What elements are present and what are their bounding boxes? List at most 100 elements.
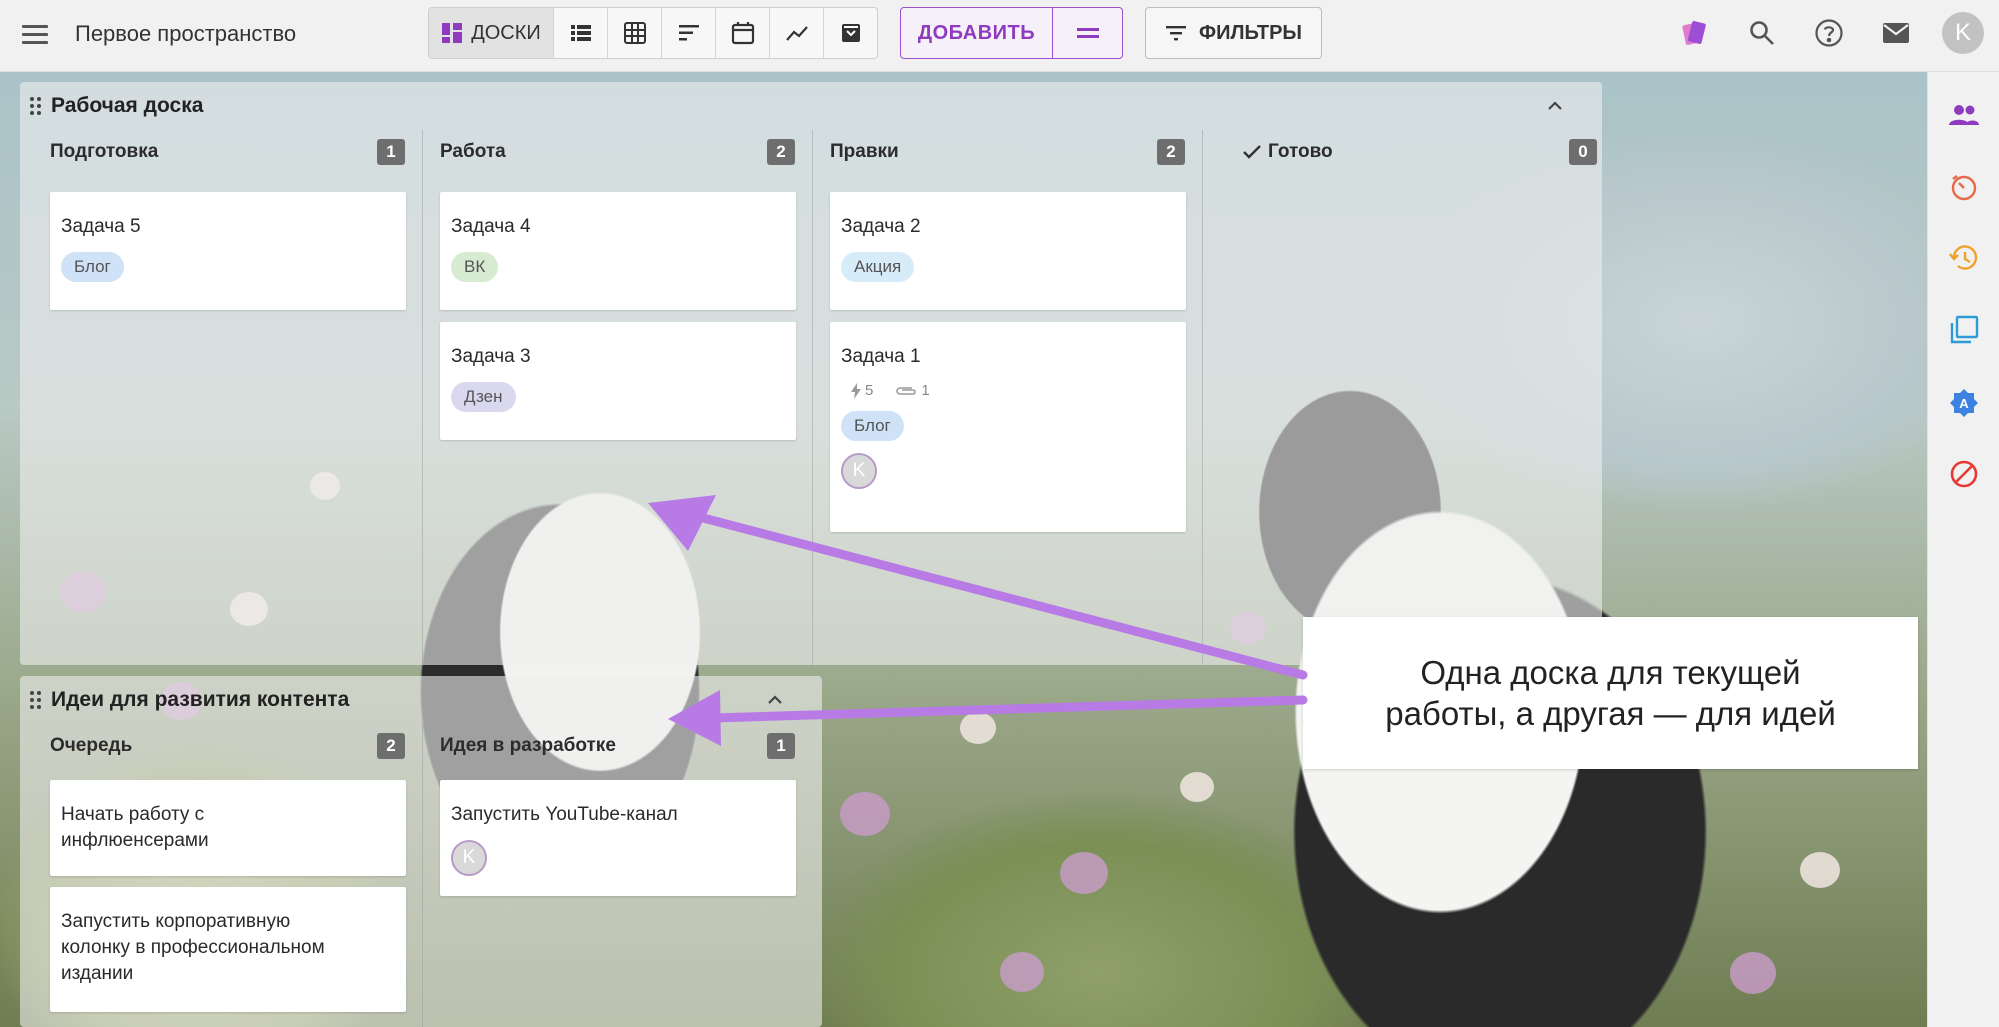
column-title: Очередь: [50, 735, 133, 756]
filters-label: ФИЛЬТРЫ: [1199, 21, 1302, 44]
add-group: ДОБАВИТЬ: [900, 7, 1123, 59]
board-header: Рабочая доска: [20, 82, 1602, 130]
column-work: Работа 2 Задача 4 ВК Задача 3 Дзен: [410, 130, 800, 665]
card-title: Задача 3: [451, 346, 531, 367]
callout-line-1: Одна доска для текущей: [1420, 654, 1801, 691]
task-card[interactable]: Задача 3 Дзен: [440, 322, 796, 440]
task-card[interactable]: Начать работу с инфлюенсерами: [50, 780, 406, 876]
view-calendar-button[interactable]: [715, 8, 769, 58]
space-title: Первое пространство: [75, 21, 297, 46]
chart-icon: [785, 26, 808, 41]
column-preparation: Подготовка 1 Задача 5 Блог: [20, 130, 410, 665]
card-title: Запустить корпоративную колонку в профес…: [61, 911, 325, 984]
card-title: Задача 5: [61, 216, 141, 237]
annotation-callout: Одна доска для текущей работы, а другая …: [1303, 617, 1918, 769]
card-title: Задача 1: [841, 346, 921, 367]
card-title: Задача 4: [451, 216, 531, 237]
equals-icon: [1076, 28, 1099, 38]
column-title: Правки: [830, 141, 899, 162]
column-count: 1: [767, 733, 795, 759]
view-archive-button[interactable]: [823, 8, 877, 58]
attachments-count: 1: [921, 382, 930, 399]
view-boards-button[interactable]: ДОСКИ: [429, 8, 553, 58]
board-ideas: Идеи для развития контента Очередь 2 Нач…: [20, 676, 822, 1027]
paperclip-icon: [896, 386, 917, 395]
card-tag: Блог: [841, 411, 904, 441]
column-count: 1: [377, 139, 405, 165]
subtasks-count: 5: [865, 382, 874, 399]
calendar-icon: [731, 22, 754, 45]
column-queue: Очередь 2 Начать работу с инфлюенсерами …: [20, 724, 410, 1027]
card-tag: ВК: [451, 252, 499, 282]
column-count: 2: [377, 733, 405, 759]
card-tag: Дзен: [451, 382, 516, 412]
search-icon[interactable]: [1745, 16, 1779, 50]
view-gantt-button[interactable]: [661, 8, 715, 58]
assignee-avatar[interactable]: K: [841, 453, 877, 489]
column-count: 0: [1569, 139, 1597, 165]
card-meta: 5 1: [841, 382, 1175, 399]
column-title: Подготовка: [50, 141, 159, 162]
column-title: Работа: [440, 141, 506, 162]
attachments-counter: 1: [895, 382, 930, 399]
archive-icon: [841, 24, 860, 42]
people-icon[interactable]: [1946, 97, 1982, 133]
board-title: Рабочая доска: [51, 94, 204, 117]
column-title-wrap: Готово: [1242, 141, 1333, 163]
check-icon: [1243, 145, 1261, 159]
board-work: Рабочая доска Подготовка 1 Задача 5 Блог…: [20, 82, 1602, 665]
view-switcher: ДОСКИ: [428, 7, 878, 59]
board-header: Идеи для развития контента: [20, 676, 822, 724]
gantt-icon: [678, 25, 699, 41]
assignee-avatar[interactable]: K: [451, 840, 487, 876]
board-title: Идеи для развития контента: [51, 688, 350, 711]
callout-line-2: работы, а другая — для идей: [1385, 695, 1836, 732]
task-card[interactable]: Запустить корпоративную колонку в профес…: [50, 887, 406, 1012]
view-list-button[interactable]: [553, 8, 607, 58]
task-card[interactable]: Задача 1 5 1 Блог K: [830, 322, 1186, 532]
drag-handle-icon[interactable]: [30, 97, 42, 115]
copy-icon[interactable]: [1946, 312, 1982, 348]
card-title: Запустить YouTube-канал: [451, 804, 678, 825]
view-chart-button[interactable]: [769, 8, 823, 58]
history-icon[interactable]: [1946, 240, 1982, 276]
add-more-button[interactable]: [1052, 8, 1122, 58]
task-card[interactable]: Задача 4 ВК: [440, 192, 796, 310]
help-icon[interactable]: [1812, 16, 1846, 50]
card-title: Начать работу с инфлюенсерами: [61, 804, 209, 851]
view-table-button[interactable]: [607, 8, 661, 58]
column-count: 2: [1157, 139, 1185, 165]
add-button[interactable]: ДОБАВИТЬ: [901, 8, 1052, 58]
column-idea-in-progress: Идея в разработке 1 Запустить YouTube-ка…: [410, 724, 800, 1027]
column-title: Идея в разработке: [440, 735, 616, 756]
cards-icon[interactable]: [1678, 16, 1712, 50]
card-tag: Акция: [841, 252, 915, 282]
drag-handle-icon[interactable]: [30, 691, 42, 709]
lightning-icon: [851, 382, 861, 399]
badge-icon[interactable]: A: [1946, 385, 1982, 421]
card-tag: Блог: [61, 252, 124, 282]
filters-button[interactable]: ФИЛЬТРЫ: [1145, 7, 1322, 59]
collapse-icon[interactable]: [1543, 94, 1567, 118]
view-boards-label: ДОСКИ: [471, 21, 541, 44]
boards-icon: [442, 23, 463, 43]
top-bar: Первое пространство ДОСКИ ДОБАВИТЬ ФИЛЬТ…: [0, 0, 1999, 72]
task-card[interactable]: Задача 5 Блог: [50, 192, 406, 310]
timer-icon[interactable]: [1946, 169, 1982, 205]
table-icon: [623, 22, 646, 44]
filter-icon: [1166, 26, 1187, 41]
task-card[interactable]: Задача 2 Акция: [830, 192, 1186, 310]
subtasks-counter: 5: [851, 382, 873, 399]
blocked-icon[interactable]: [1946, 456, 1982, 492]
user-avatar[interactable]: K: [1942, 12, 1984, 54]
collapse-icon[interactable]: [763, 688, 787, 712]
mail-icon[interactable]: [1879, 16, 1913, 50]
card-title: Задача 2: [841, 216, 921, 237]
column-done: Готово 0: [1190, 130, 1597, 665]
column-count: 2: [767, 139, 795, 165]
list-icon: [570, 25, 591, 41]
svg-text:A: A: [1959, 396, 1969, 411]
column-edits: Правки 2 Задача 2 Акция Задача 1 5 1 Бло…: [800, 130, 1190, 665]
menu-icon[interactable]: [22, 20, 50, 48]
task-card[interactable]: Запустить YouTube-канал K: [440, 780, 796, 896]
